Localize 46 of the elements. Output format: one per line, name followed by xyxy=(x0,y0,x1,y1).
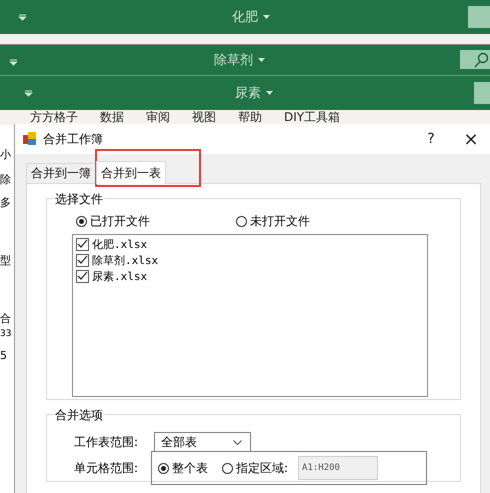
quick-access-icon xyxy=(18,14,27,21)
dropdown-icon xyxy=(258,58,265,62)
window-title: 除草剂 xyxy=(214,52,254,69)
field-label: 单元格范围: xyxy=(74,460,140,476)
check-icon xyxy=(77,255,88,265)
cell-text: 33 xyxy=(0,329,12,339)
ribbon-tab[interactable]: 视图 xyxy=(192,110,216,125)
search-icon xyxy=(474,52,488,68)
ribbon-tab[interactable]: DIY工具箱 xyxy=(284,110,340,125)
window-title: 化肥 xyxy=(232,9,259,26)
radio-button[interactable]: 整个表 xyxy=(158,460,208,476)
window-title: 尿素 xyxy=(235,85,262,102)
file-checkbox[interactable]: 化肥.xlsx xyxy=(76,236,424,252)
cell-text: 合 xyxy=(0,311,11,326)
tab[interactable]: 合并到一表 xyxy=(96,161,166,184)
dropdown-icon xyxy=(263,15,270,19)
group-title: 选择文件 xyxy=(53,191,105,208)
close-button[interactable]: × xyxy=(451,124,490,154)
cell-text: 除 xyxy=(0,172,11,187)
quick-access-icon xyxy=(24,90,33,97)
ribbon-tab[interactable]: 数据 xyxy=(100,110,124,125)
file-checkbox[interactable]: 尿素.xlsx xyxy=(76,268,424,284)
tab[interactable]: 合并到一簿 xyxy=(26,163,96,183)
check-icon xyxy=(77,271,88,281)
field-label: 工作表范围: xyxy=(74,434,140,450)
search-box[interactable] xyxy=(460,50,490,69)
app-icon xyxy=(23,132,37,146)
radio-button[interactable]: 指定区域: xyxy=(222,460,288,476)
quick-access-icon xyxy=(9,59,18,66)
check-icon xyxy=(77,239,88,249)
help-button[interactable]: ? xyxy=(411,124,451,154)
cell-text: 多 xyxy=(0,195,11,210)
radio-button[interactable]: 未打开文件 xyxy=(236,213,310,230)
chevron-down-icon xyxy=(233,440,242,444)
file-checkbox[interactable]: 除草剂.xlsx xyxy=(76,252,424,268)
dialog-title: 合并工作簿 xyxy=(43,130,103,148)
dropdown-icon xyxy=(266,91,273,95)
sheet-range-dropdown[interactable]: 全部表 xyxy=(154,432,251,452)
cell-text: 小 xyxy=(0,147,11,162)
ribbon-tab[interactable]: 审阅 xyxy=(146,110,170,125)
group-title: 合并选项 xyxy=(53,407,105,424)
radio-button[interactable]: 已打开文件 xyxy=(76,213,150,230)
ribbon-tab[interactable]: 方方格子 xyxy=(30,110,78,125)
cell-text: 型 xyxy=(0,253,11,268)
cell-text: 5 xyxy=(0,349,7,362)
ribbon-tab[interactable]: 帮助 xyxy=(238,110,262,125)
